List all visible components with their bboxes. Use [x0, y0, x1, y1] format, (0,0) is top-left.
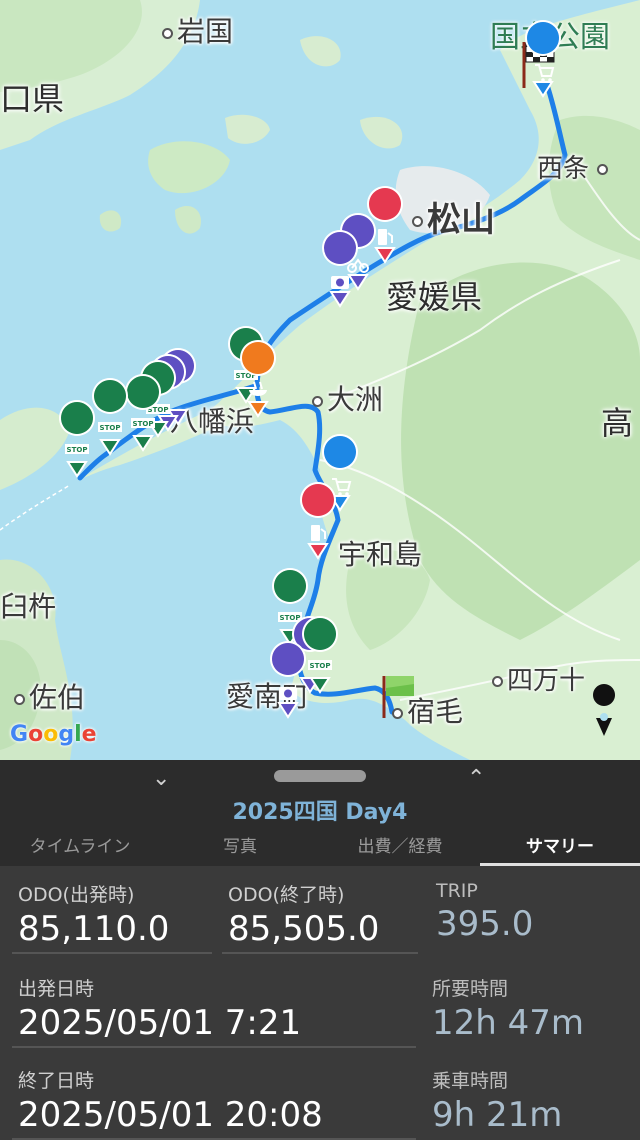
duration-label: 所要時間 [432, 978, 509, 1000]
sheet-drag-handle[interactable] [274, 770, 366, 782]
tab-photos[interactable]: 写真 [160, 830, 320, 866]
stop-text: STOP [67, 446, 88, 454]
map-markers: STOP STOP STOP STOP STOP STOP STOP [59, 19, 616, 736]
fuel-pump-icon[interactable] [300, 482, 337, 559]
ride-time-value: 9h 21m [432, 1095, 563, 1135]
location-pin-icon[interactable] [593, 684, 616, 736]
odo-start-cell: ODO(出発時) 85,110.0 [18, 880, 212, 949]
stop-sign-icon[interactable]: STOP [59, 400, 96, 477]
trip-label: TRIP [436, 880, 478, 902]
start-datetime-label: 出発日時 [18, 978, 95, 1000]
odo-end-cell: ODO(終了時) 85,505.0 [228, 880, 422, 949]
underline [222, 952, 418, 954]
start-datetime-cell: 出発日時 2025/05/01 7:21 [18, 974, 418, 1043]
odo-end-label: ODO(終了時) [228, 884, 345, 906]
end-datetime-value: 2025/05/01 20:08 [18, 1095, 323, 1135]
google-attribution-logo: Google [10, 722, 97, 747]
goal-flag-icon[interactable] [382, 676, 414, 718]
tab-bar: タイムライン 写真 出費／経費 サマリー [0, 830, 640, 866]
camera-icon[interactable] [322, 230, 359, 307]
odo-start-value: 85,110.0 [18, 909, 170, 949]
underline [12, 1046, 416, 1048]
tab-timeline[interactable]: タイムライン [0, 830, 160, 866]
trip-title: 2025四国 Day4 [232, 800, 408, 825]
ride-time-cell: 乗車時間 9h 21m [432, 1066, 632, 1135]
trip-cell: TRIP 395.0 [436, 880, 630, 944]
expand-chevron-icon[interactable]: ⌃ [467, 766, 485, 791]
camera-icon[interactable] [270, 641, 307, 718]
tab-summary[interactable]: サマリー [480, 830, 640, 866]
stop-text: STOP [310, 662, 331, 670]
end-datetime-label: 終了日時 [18, 1070, 95, 1092]
start-datetime-value: 2025/05/01 7:21 [18, 1003, 302, 1043]
map-view[interactable]: 岩国 国立公園 口県 西条 松山 愛媛県 大洲 八幡浜 高 宇和島 臼杵 佐伯 … [0, 0, 640, 760]
odo-end-value: 85,505.0 [228, 909, 380, 949]
trip-value: 395.0 [436, 904, 534, 944]
collapse-chevron-icon[interactable]: ⌄ [152, 766, 170, 791]
summary-grid: ODO(出発時) 85,110.0 ODO(終了時) 85,505.0 TRIP… [0, 866, 640, 1140]
stop-text: STOP [133, 420, 154, 428]
ride-time-label: 乗車時間 [432, 1070, 509, 1092]
stop-sign-icon[interactable]: STOP [92, 378, 129, 455]
odo-start-label: ODO(出発時) [18, 884, 135, 906]
tab-expenses[interactable]: 出費／経費 [320, 830, 480, 866]
stop-text: STOP [100, 424, 121, 432]
underline [12, 952, 212, 954]
duration-value: 12h 47m [432, 1003, 585, 1043]
end-datetime-cell: 終了日時 2025/05/01 20:08 [18, 1066, 418, 1135]
stop-text: STOP [280, 614, 301, 622]
duration-cell: 所要時間 12h 47m [432, 974, 632, 1043]
